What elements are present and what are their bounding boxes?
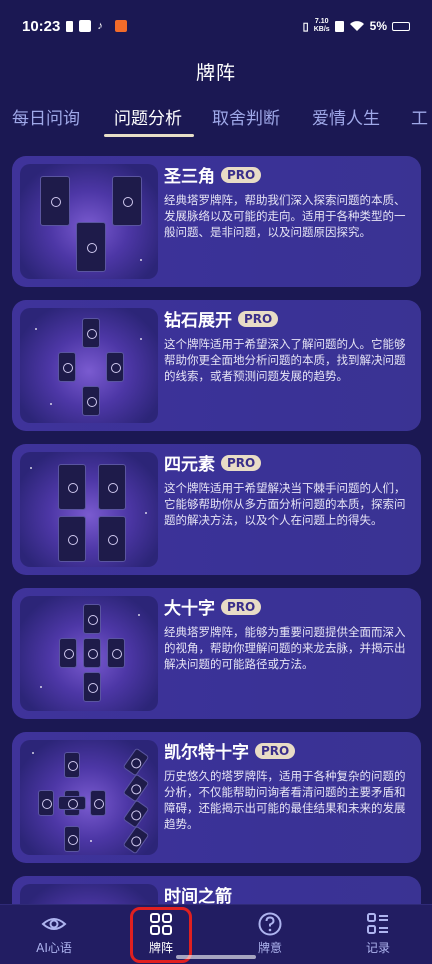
- tarot-card: [59, 638, 77, 668]
- status-time: 10:23: [22, 17, 61, 35]
- spread-title: 凯尔特十字: [164, 743, 249, 763]
- spread-description: 这个牌阵适用于希望深入了解问题的人。它能够帮助你更全面地分析问题的本质，找到解决…: [164, 337, 406, 383]
- tab-choice-judgment[interactable]: 取舍判断: [212, 104, 280, 140]
- tarot-card: [98, 464, 126, 510]
- tarot-card: [64, 826, 80, 852]
- spread-description: 这个牌阵适用于希望解决当下棘手问题的人们，它能够帮助你从多方面分析问题的本质，探…: [164, 481, 406, 527]
- spread-description: 经典塔罗牌阵，帮助我们深入探索问题的本质、发展脉络以及可能的走向。适用于各种类型…: [164, 193, 406, 239]
- spread-title: 钻石展开: [164, 311, 232, 331]
- spread-card-celtic-cross[interactable]: 凯尔特十字 PRO 历史悠久的塔罗牌阵，适用于各种复杂的问题的分析，不仅能帮助问…: [12, 732, 421, 863]
- status-bar: 10:23 ♪ ▯ 7.10 KB/s 5%: [0, 0, 432, 52]
- tarot-card: [82, 386, 100, 416]
- spread-title: 四元素: [164, 455, 215, 475]
- spread-card-four-elements[interactable]: 四元素 PRO 这个牌阵适用于希望解决当下棘手问题的人们，它能够帮助你从多方面分…: [12, 444, 421, 575]
- wifi-icon: [349, 21, 364, 31]
- tarot-card: [83, 672, 101, 702]
- spread-layout-image: [20, 164, 158, 279]
- tarot-card: [90, 790, 106, 816]
- tarot-card: [83, 638, 101, 668]
- spread-description: 经典塔罗牌阵，能够为重要问题提供全面而深入的视角，帮助你理解问题的来龙去脉，并揭…: [164, 625, 406, 671]
- spread-layout-image: [20, 740, 158, 855]
- nav-label: AI心语: [36, 941, 72, 955]
- nav-ai-heart[interactable]: AI心语: [14, 911, 94, 956]
- tarot-card: [122, 747, 150, 777]
- tarot-card: [82, 318, 100, 348]
- mail-app-icon: [79, 20, 92, 32]
- spread-title: 大十字: [164, 599, 215, 619]
- sim-icon: [334, 20, 344, 32]
- battery-saver-icon: [66, 20, 74, 32]
- tarot-card: [58, 352, 76, 382]
- tarot-card: [122, 825, 150, 855]
- tarot-card: [122, 799, 150, 829]
- nav-card-meanings[interactable]: 牌意: [230, 911, 310, 956]
- tarot-card: [107, 638, 125, 668]
- net-speed: 7.10 KB/s: [314, 18, 330, 34]
- tarot-card: [58, 516, 86, 562]
- tarot-card: [98, 516, 126, 562]
- home-indicator: [176, 955, 256, 959]
- tiktok-app-icon: ♪: [97, 20, 103, 32]
- battery-icon: [392, 21, 410, 31]
- active-tab-indicator: [104, 134, 194, 137]
- spread-layout-image: [20, 596, 158, 711]
- spread-card-holy-triangle[interactable]: 圣三角 PRO 经典塔罗牌阵，帮助我们深入探索问题的本质、发展脉络以及可能的走向…: [12, 156, 421, 287]
- vibrate-icon: ▯: [302, 20, 309, 33]
- nav-label: 牌意: [257, 941, 282, 955]
- page-title: 牌阵: [195, 62, 236, 84]
- pro-badge: PRO: [255, 742, 296, 759]
- tarot-card: [112, 176, 142, 226]
- tarot-card: [122, 773, 150, 803]
- tarot-card: [38, 790, 54, 816]
- tarot-card: [58, 464, 86, 510]
- spread-card-great-cross[interactable]: 大十字 PRO 经典塔罗牌阵，能够为重要问题提供全面而深入的视角，帮助你理解问题…: [12, 588, 421, 719]
- pro-badge: PRO: [221, 598, 262, 615]
- tarot-card: [106, 352, 124, 382]
- tarot-card: [83, 604, 101, 634]
- net-speed-unit: KB/s: [313, 26, 330, 33]
- battery-text: 5%: [369, 19, 387, 33]
- app-notification-icon: [115, 20, 128, 32]
- pro-badge: PRO: [238, 310, 279, 327]
- net-speed-value: 7.10: [314, 18, 329, 25]
- tarot-card: [40, 176, 70, 226]
- spread-layout-image: [20, 452, 158, 567]
- tarot-card: [76, 222, 106, 272]
- nav-records[interactable]: 记录: [338, 911, 418, 956]
- spread-description: 历史悠久的塔罗牌阵，适用于各种复杂的问题的分析，不仅能帮助问询者看清问题的主要矛…: [164, 769, 406, 831]
- eye-icon: [41, 918, 67, 930]
- category-tabs: 每日问询 问题分析 取舍判断 爱情人生 工: [0, 104, 432, 140]
- question-icon: [258, 912, 282, 936]
- tab-work[interactable]: 工: [411, 104, 428, 140]
- nav-label: 记录: [365, 941, 390, 955]
- spread-layout-image: [20, 308, 158, 423]
- tarot-card: [64, 752, 80, 778]
- list-icon: [367, 913, 388, 934]
- pro-badge: PRO: [221, 454, 262, 471]
- tarot-card: [58, 796, 86, 810]
- pro-badge: PRO: [221, 166, 262, 183]
- spread-card-diamond[interactable]: 钻石展开 PRO 这个牌阵适用于希望深入了解问题的人。它能够帮助你更全面地分析问…: [12, 300, 421, 431]
- tab-daily-inquiry[interactable]: 每日问询: [12, 104, 80, 140]
- spread-title: 圣三角: [164, 167, 215, 187]
- tab-love-life[interactable]: 爱情人生: [312, 104, 380, 140]
